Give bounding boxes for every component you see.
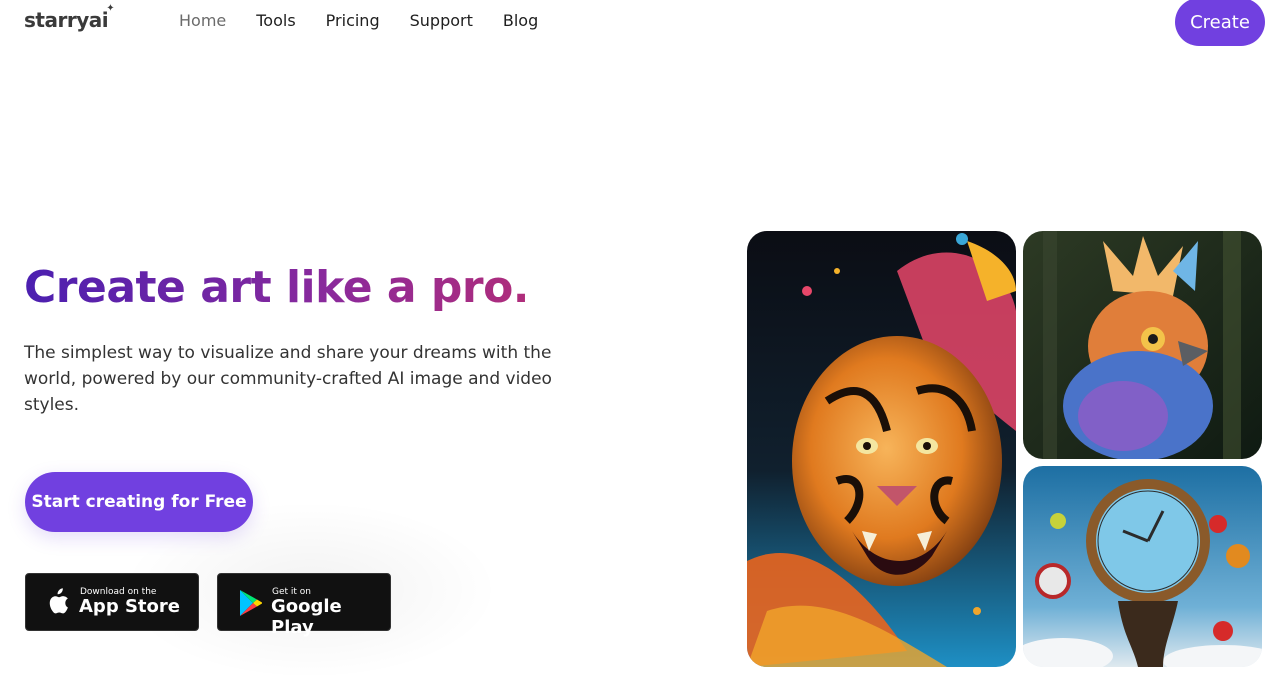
start-creating-button[interactable]: Start creating for Free [25, 472, 253, 532]
google-play-label: Google Play [271, 596, 342, 638]
apple-icon [49, 588, 68, 614]
app-store-label: App Store [79, 596, 180, 617]
site-header: starryai ✦ Home Tools Pricing Support Bl… [0, 0, 1281, 46]
google-play-icon [240, 590, 262, 616]
hero-title: Create art like a pro. [24, 262, 530, 313]
logo-sparkle-icon: ✦ [106, 3, 115, 14]
nav-blog[interactable]: Blog [503, 11, 538, 30]
nav-pricing[interactable]: Pricing [326, 11, 380, 30]
bird-artwork [1023, 231, 1262, 459]
app-store-button[interactable]: Download on the App Store [25, 573, 199, 631]
tiger-artwork [747, 231, 1016, 667]
hero-subtitle: The simplest way to visualize and share … [24, 343, 552, 415]
google-play-button[interactable]: Get it on Google Play [217, 573, 391, 638]
main-nav: Home Tools Pricing Support Blog [179, 11, 538, 30]
logo[interactable]: starryai ✦ [24, 3, 115, 32]
nav-tools[interactable]: Tools [256, 11, 295, 30]
clock-artwork [1023, 466, 1262, 667]
nav-home[interactable]: Home [179, 11, 226, 30]
create-button[interactable]: Create [1175, 0, 1265, 46]
nav-support[interactable]: Support [410, 11, 473, 30]
logo-text: starryai [24, 8, 109, 32]
